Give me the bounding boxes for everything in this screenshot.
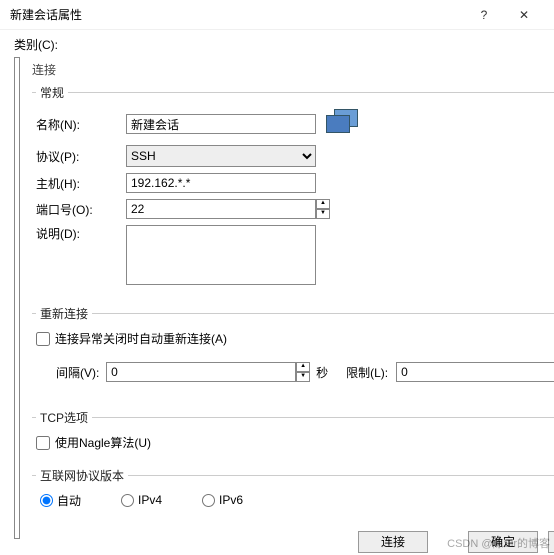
port-up[interactable]: ▲	[316, 199, 330, 209]
ipver-group: 互联网协议版本 自动 IPv4 IPv6	[32, 467, 554, 513]
tcp-legend: TCP选项	[36, 409, 92, 426]
window-title: 新建会话属性	[10, 6, 464, 23]
close-button[interactable]: ✕	[504, 8, 544, 22]
protocol-label: 协议(P):	[36, 148, 126, 165]
watermark: CSDN @陈Sir的博客	[447, 535, 550, 551]
title-bar: 新建会话属性 ? ✕	[0, 0, 554, 30]
limit-label: 限制(L):	[346, 364, 396, 381]
ip-v6-label: IPv6	[219, 493, 243, 507]
reconnect-legend: 重新连接	[36, 305, 92, 322]
general-group: 常规 名称(N): 协议(P): SSH 主机(H): 端口号(O): ▲▼	[32, 84, 554, 295]
protocol-select[interactable]: SSH	[126, 145, 316, 167]
reconnect-group: 重新连接 连接异常关闭时自动重新连接(A) 间隔(V): ▲▼ 秒 限制(L):…	[32, 305, 554, 399]
nagle-checkbox[interactable]	[36, 436, 50, 450]
port-label: 端口号(O):	[36, 201, 126, 218]
panel-title: 连接	[32, 61, 554, 78]
auto-reconnect-checkbox[interactable]	[36, 332, 50, 346]
name-label: 名称(N):	[36, 116, 126, 133]
interval-up[interactable]: ▲	[296, 362, 310, 372]
monitor-icon	[326, 109, 360, 139]
nagle-label: 使用Nagle算法(U)	[55, 434, 151, 451]
interval-label: 间隔(V):	[56, 364, 106, 381]
interval-input[interactable]	[106, 362, 296, 382]
host-label: 主机(H):	[36, 175, 126, 192]
connect-button[interactable]: 连接	[358, 531, 428, 553]
ip-auto-radio[interactable]	[40, 494, 53, 507]
ip-auto-label: 自动	[57, 492, 81, 509]
ip-v6-radio[interactable]	[202, 494, 215, 507]
interval-down[interactable]: ▼	[296, 372, 310, 382]
host-input[interactable]	[126, 173, 316, 193]
ipver-legend: 互联网协议版本	[36, 467, 128, 484]
auto-reconnect-label: 连接异常关闭时自动重新连接(A)	[55, 330, 227, 347]
interval-unit: 秒	[316, 364, 328, 381]
category-tree[interactable]: -连接 -用户身份验证 登录提示符 登录脚本 -SSH 安全性 隧道 SFTP …	[14, 57, 20, 539]
port-input[interactable]	[126, 199, 316, 219]
tcp-group: TCP选项 使用Nagle算法(U)	[32, 409, 554, 457]
category-label: 类别(C):	[0, 30, 554, 55]
desc-label: 说明(D):	[36, 225, 126, 242]
ip-v4-radio[interactable]	[121, 494, 134, 507]
help-button[interactable]: ?	[464, 8, 504, 22]
general-legend: 常规	[36, 84, 68, 101]
limit-input[interactable]	[396, 362, 554, 382]
port-down[interactable]: ▼	[316, 209, 330, 219]
ip-v4-label: IPv4	[138, 493, 162, 507]
desc-textarea[interactable]	[126, 225, 316, 285]
name-input[interactable]	[126, 114, 316, 134]
